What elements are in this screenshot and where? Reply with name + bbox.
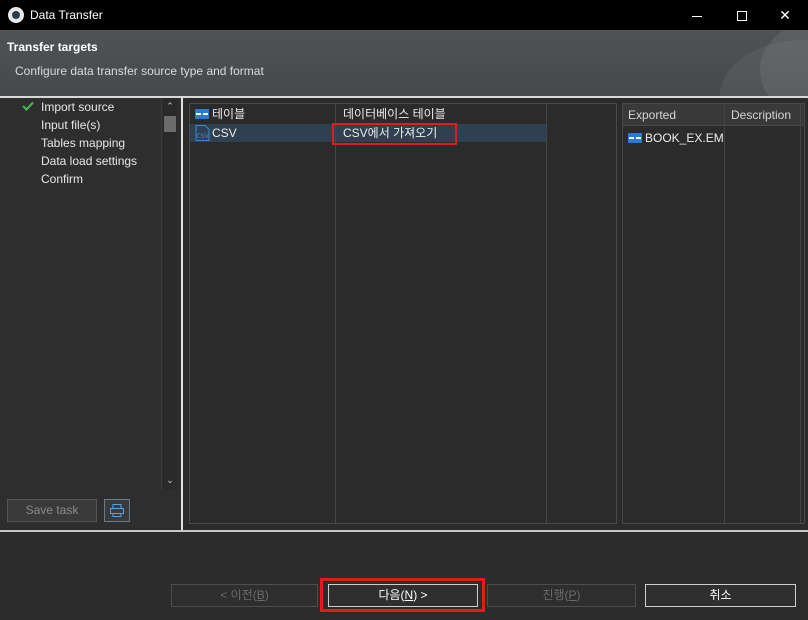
column-separator <box>335 104 336 523</box>
left-panel-divider <box>181 98 183 530</box>
back-mnemonic: B <box>256 588 265 602</box>
wizard-steps-list: Import source Input file(s) Tables mappi… <box>0 98 161 490</box>
page-description: Configure data transfer source type and … <box>15 64 264 78</box>
table-header: Exported Description <box>623 104 804 126</box>
column-separator <box>546 104 547 523</box>
cancel-button[interactable]: 취소 <box>645 584 796 607</box>
source-type-table: 테이블 데이터베이스 테이블 CSV CSV CSV에서 가져오기 <box>189 103 617 524</box>
proceed-mnemonic: P <box>568 588 577 602</box>
nav-scrollbar[interactable]: ⌃ ⌄ <box>161 98 178 490</box>
table-icon <box>195 109 209 119</box>
page-title: Transfer targets <box>7 40 98 54</box>
close-button[interactable]: ✕ <box>765 0 805 30</box>
column-separator <box>724 104 725 523</box>
column-header-exported[interactable]: Exported <box>628 104 676 126</box>
nav-item-tables-mapping[interactable]: Tables mapping <box>41 134 125 152</box>
dbeaver-app-icon <box>8 7 24 23</box>
wizard-nav-panel: Import source Input file(s) Tables mappi… <box>0 98 181 528</box>
title-bar: Data Transfer ✕ <box>0 0 808 30</box>
row-name: 테이블 <box>212 107 246 121</box>
scroll-down-icon[interactable]: ⌄ <box>162 472 178 488</box>
nav-item-data-load-settings[interactable]: Data load settings <box>41 152 137 170</box>
check-icon <box>22 101 34 111</box>
red-annotation-box <box>332 123 457 145</box>
minimize-button[interactable] <box>677 0 717 30</box>
svg-text:CSV: CSV <box>197 133 210 140</box>
task-settings-button[interactable] <box>104 499 130 522</box>
table-icon <box>628 133 642 143</box>
task-icon <box>110 504 124 517</box>
scroll-thumb[interactable] <box>164 116 176 132</box>
back-label: < 이전( <box>220 588 257 602</box>
wizard-header: Transfer targets Configure data transfer… <box>0 30 808 96</box>
close-icon: ✕ <box>779 7 791 23</box>
export-target-table: Exported Description BOOK_EX.EMP <box>622 103 805 524</box>
back-label-end: ) <box>264 588 269 602</box>
proceed-button[interactable]: 진행(P) <box>487 584 636 607</box>
window-title: Data Transfer <box>30 8 103 22</box>
scroll-up-icon[interactable]: ⌃ <box>162 98 178 114</box>
nav-item-input-files[interactable]: Input file(s) <box>41 116 100 134</box>
column-header-description[interactable]: Description <box>731 104 791 126</box>
row-description: 데이터베이스 테이블 <box>343 107 446 121</box>
column-separator <box>800 104 801 523</box>
save-task-button[interactable]: Save task <box>7 499 97 522</box>
red-annotation-box <box>320 578 485 612</box>
nav-item-import-source[interactable]: Import source <box>41 98 114 116</box>
nav-item-confirm[interactable]: Confirm <box>41 170 83 188</box>
exported-table-name: BOOK_EX.EMP <box>645 131 723 145</box>
maximize-button[interactable] <box>722 0 762 30</box>
maximize-icon <box>737 11 747 22</box>
proceed-label: 진행( <box>542 588 569 602</box>
csv-file-icon: CSV <box>195 125 210 141</box>
data-transfer-window: Data Transfer ✕ Transfer targets Configu… <box>0 0 808 620</box>
minimize-icon <box>692 15 702 17</box>
back-button[interactable]: < 이전(B) <box>171 584 318 607</box>
row-name: CSV <box>212 126 237 140</box>
proceed-label-end: ) <box>576 588 581 602</box>
header-decoration-2 <box>760 30 808 96</box>
